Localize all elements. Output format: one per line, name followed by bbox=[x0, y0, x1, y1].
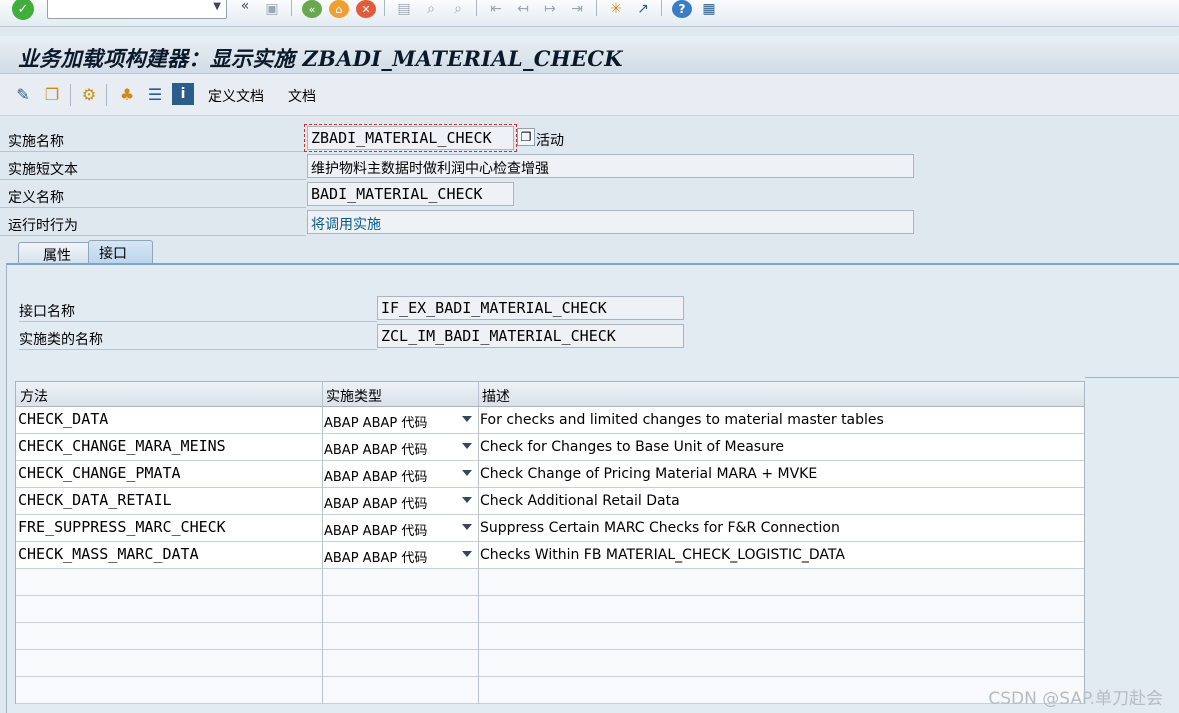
chevron-down-icon[interactable]: ▼ bbox=[213, 1, 221, 12]
col-header-impl-type[interactable]: 实施类型 bbox=[326, 386, 382, 406]
impl-type-cell[interactable]: ABAP ABAP 代码 bbox=[324, 493, 427, 512]
dropdown-arrow-icon[interactable] bbox=[462, 416, 472, 422]
method-cell[interactable]: CHECK_DATA bbox=[18, 410, 108, 428]
table-row[interactable]: CHECK_CHANGE_PMATA ABAP ABAP 代码 Check Ch… bbox=[16, 461, 1084, 488]
page-title: 业务加载项构建器：显示实施 ZBADI_MATERIAL_CHECK bbox=[18, 46, 623, 71]
impl-type-cell[interactable]: ABAP ABAP 代码 bbox=[324, 412, 427, 431]
impl-type-cell[interactable]: ABAP ABAP 代码 bbox=[324, 466, 427, 485]
activate-icon[interactable]: ⚙ bbox=[78, 83, 100, 105]
empty-row[interactable] bbox=[16, 677, 1084, 704]
customize-layout-icon[interactable]: ▦ bbox=[699, 0, 719, 18]
exit-icon[interactable]: ⌂ bbox=[329, 0, 349, 18]
description-cell: Checks Within FB MATERIAL_CHECK_LOGISTIC… bbox=[480, 547, 845, 563]
short-text-field[interactable]: 维护物料主数据时做利润中心检查增强 bbox=[307, 154, 914, 178]
prev-page-icon[interactable]: ↤ bbox=[513, 0, 533, 18]
last-page-icon[interactable]: ⇥ bbox=[567, 0, 587, 18]
copy-icon[interactable]: ❐ bbox=[517, 128, 535, 146]
define-docs-button[interactable]: 定义文档 bbox=[208, 86, 264, 106]
methods-table: 方法 实施类型 描述 CHECK_DATA ABAP ABAP 代码 For c… bbox=[15, 381, 1085, 704]
definition-label: 定义名称 bbox=[8, 190, 64, 206]
command-field[interactable]: ▼ bbox=[47, 0, 227, 19]
empty-row[interactable] bbox=[16, 596, 1084, 623]
empty-row[interactable] bbox=[16, 623, 1084, 650]
description-cell: Check for Changes to Base Unit of Measur… bbox=[480, 439, 785, 455]
chevron-double-left-icon[interactable]: « bbox=[235, 0, 255, 15]
watermark: CSDN @SAP.单刀赴会 bbox=[988, 689, 1163, 709]
col-header-description[interactable]: 描述 bbox=[482, 386, 510, 406]
impl-type-cell[interactable]: ABAP ABAP 代码 bbox=[324, 520, 427, 539]
method-cell[interactable]: FRE_SUPPRESS_MARC_CHECK bbox=[18, 518, 226, 536]
table-row[interactable]: CHECK_MASS_MARC_DATA ABAP ABAP 代码 Checks… bbox=[16, 542, 1084, 569]
hierarchy-icon[interactable]: ☰ bbox=[144, 83, 166, 105]
definition-row: 定义名称 BADI_MATERIAL_CHECK bbox=[0, 180, 1179, 208]
next-page-icon[interactable]: ↦ bbox=[540, 0, 560, 18]
table-header: 方法 实施类型 描述 bbox=[15, 381, 1085, 407]
system-toolbar: ✓ ▼ « ▣ « ⌂ ✕ ▤ ⌕ ⌕ ⇤ ↤ ↦ ⇥ ✳ ↗ ? ▦ bbox=[0, 0, 1179, 27]
impl-type-cell[interactable]: ABAP ABAP 代码 bbox=[324, 439, 427, 458]
runtime-label: 运行时行为 bbox=[8, 218, 78, 234]
col-header-method[interactable]: 方法 bbox=[20, 386, 48, 406]
runtime-field[interactable]: 将调用实施 bbox=[307, 210, 914, 234]
object-list-icon[interactable]: ♣ bbox=[116, 83, 138, 105]
definition-field[interactable]: BADI_MATERIAL_CHECK bbox=[307, 182, 514, 206]
dropdown-arrow-icon[interactable] bbox=[462, 551, 472, 557]
method-cell[interactable]: CHECK_DATA_RETAIL bbox=[18, 491, 172, 509]
dropdown-arrow-icon[interactable] bbox=[462, 443, 472, 449]
method-cell[interactable]: CHECK_CHANGE_MARA_MEINS bbox=[18, 437, 226, 455]
impl-name-row: 实施名称 ZBADI_MATERIAL_CHECK ❐ 活动 bbox=[0, 124, 1179, 152]
cancel-icon[interactable]: ✕ bbox=[356, 0, 376, 18]
save-icon[interactable]: ▣ bbox=[262, 0, 282, 18]
short-text-label: 实施短文本 bbox=[8, 162, 78, 178]
dropdown-arrow-icon[interactable] bbox=[462, 470, 472, 476]
tab-strip: 属性 接口 bbox=[0, 240, 1179, 264]
title-bar: 业务加载项构建器：显示实施 ZBADI_MATERIAL_CHECK bbox=[0, 36, 1179, 74]
impl-name-label: 实施名称 bbox=[8, 134, 64, 150]
table-body: CHECK_DATA ABAP ABAP 代码 For checks and l… bbox=[15, 407, 1085, 704]
impl-type-cell[interactable]: ABAP ABAP 代码 bbox=[324, 547, 427, 566]
method-cell[interactable]: CHECK_CHANGE_PMATA bbox=[18, 464, 181, 482]
tab-interface[interactable]: 接口 bbox=[88, 240, 153, 264]
other-object-icon[interactable]: ❐ bbox=[41, 83, 63, 105]
new-session-icon[interactable]: ✳ bbox=[606, 0, 626, 18]
description-cell: For checks and limited changes to materi… bbox=[480, 412, 884, 428]
interface-name-field[interactable]: IF_EX_BADI_MATERIAL_CHECK bbox=[377, 296, 684, 320]
interface-tab-panel: 接口名称 IF_EX_BADI_MATERIAL_CHECK 实施类的名称 ZC… bbox=[6, 263, 1179, 713]
print-icon[interactable]: ▤ bbox=[394, 0, 414, 18]
dropdown-arrow-icon[interactable] bbox=[462, 497, 472, 503]
enter-check-icon[interactable]: ✓ bbox=[12, 0, 34, 20]
docs-button[interactable]: 文档 bbox=[288, 86, 316, 106]
interface-name-row: 接口名称 IF_EX_BADI_MATERIAL_CHECK bbox=[19, 295, 1179, 322]
empty-row[interactable] bbox=[16, 650, 1084, 677]
tab-attributes[interactable]: 属性 bbox=[18, 242, 90, 264]
dropdown-arrow-icon[interactable] bbox=[462, 524, 472, 530]
method-cell[interactable]: CHECK_MASS_MARC_DATA bbox=[18, 545, 199, 563]
shortcut-icon[interactable]: ↗ bbox=[633, 0, 653, 18]
header-fields: 实施名称 ZBADI_MATERIAL_CHECK ❐ 活动 实施短文本 维护物… bbox=[0, 124, 1179, 238]
active-status-label: 活动 bbox=[536, 133, 564, 149]
table-row[interactable]: CHECK_DATA_RETAIL ABAP ABAP 代码 Check Add… bbox=[16, 488, 1084, 515]
find-icon[interactable]: ⌕ bbox=[421, 0, 441, 18]
description-cell: Suppress Certain MARC Checks for F&R Con… bbox=[480, 520, 840, 536]
description-cell: Check Additional Retail Data bbox=[480, 493, 680, 509]
application-toolbar: ✎ ❐ ⚙ ♣ ☰ i 定义文档 文档 bbox=[0, 74, 1179, 116]
runtime-row: 运行时行为 将调用实施 bbox=[0, 208, 1179, 236]
class-name-field[interactable]: ZCL_IM_BADI_MATERIAL_CHECK bbox=[377, 324, 684, 348]
table-row[interactable]: FRE_SUPPRESS_MARC_CHECK ABAP ABAP 代码 Sup… bbox=[16, 515, 1084, 542]
first-page-icon[interactable]: ⇤ bbox=[486, 0, 506, 18]
back-icon[interactable]: « bbox=[302, 0, 322, 18]
short-text-row: 实施短文本 维护物料主数据时做利润中心检查增强 bbox=[0, 152, 1179, 180]
empty-row[interactable] bbox=[16, 569, 1084, 596]
focus-frame bbox=[304, 124, 517, 152]
find-next-icon[interactable]: ⌕ bbox=[448, 0, 468, 18]
class-name-row: 实施类的名称 ZCL_IM_BADI_MATERIAL_CHECK bbox=[19, 323, 1179, 350]
table-row[interactable]: CHECK_DATA ABAP ABAP 代码 For checks and l… bbox=[16, 407, 1084, 434]
table-row[interactable]: CHECK_CHANGE_MARA_MEINS ABAP ABAP 代码 Che… bbox=[16, 434, 1084, 461]
info-icon[interactable]: i bbox=[172, 83, 194, 105]
class-name-label: 实施类的名称 bbox=[19, 332, 103, 348]
description-cell: Check Change of Pricing Material MARA + … bbox=[480, 466, 818, 482]
display-change-icon[interactable]: ✎ bbox=[12, 83, 34, 105]
interface-name-label: 接口名称 bbox=[19, 304, 75, 320]
help-icon[interactable]: ? bbox=[672, 0, 692, 18]
